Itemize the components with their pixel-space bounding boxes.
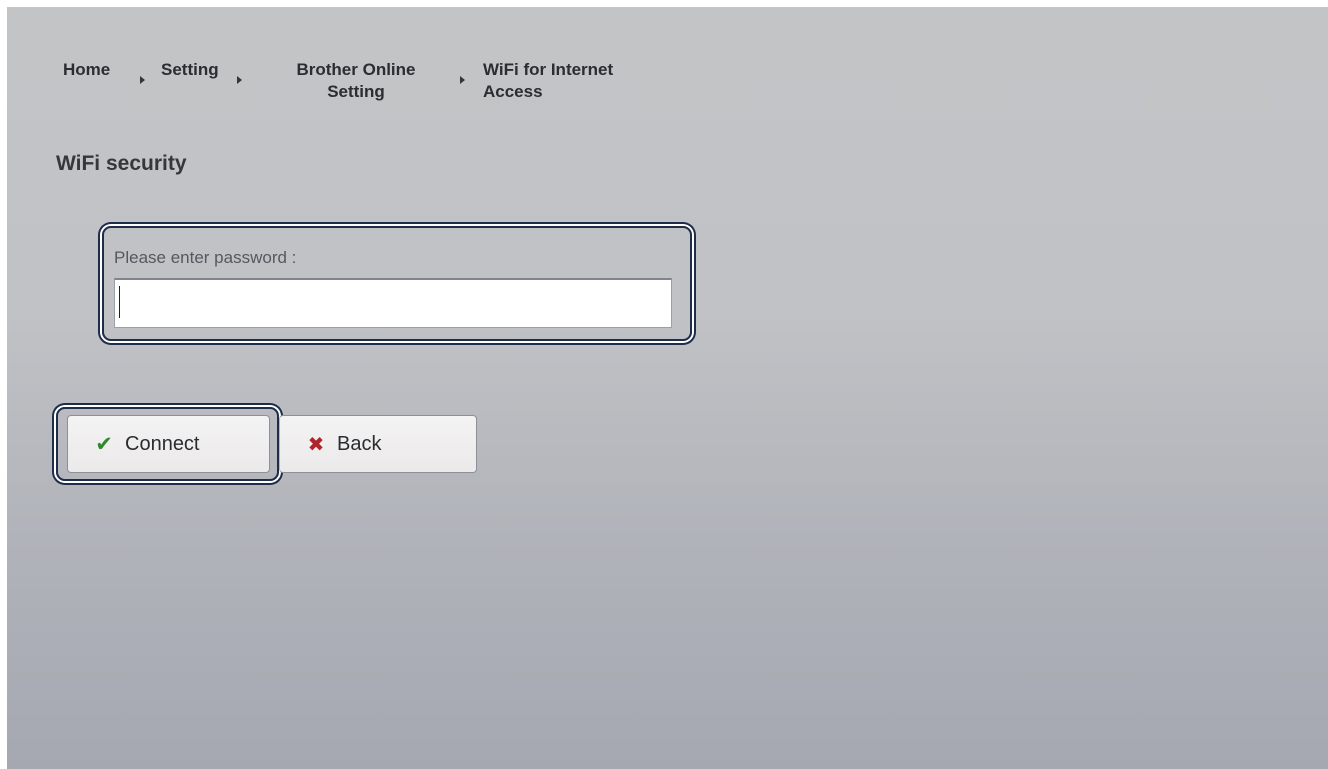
breadcrumb-brother-online-label-2: Setting (327, 82, 385, 101)
page-title: WiFi security (56, 152, 187, 175)
breadcrumb-setting[interactable]: Setting (161, 59, 219, 81)
breadcrumb-wifi-label-2: Access (483, 82, 543, 101)
breadcrumb-wifi-label-1: WiFi for Internet (483, 60, 614, 79)
connect-button[interactable]: ✔ Connect (67, 415, 270, 473)
breadcrumb-wifi-internet-access[interactable]: WiFi for Internet Access (483, 59, 613, 103)
password-input[interactable] (114, 278, 672, 328)
breadcrumb-arrow-icon (237, 76, 242, 84)
screen: Home Setting Brother Online Setting WiFi… (7, 7, 1328, 769)
close-icon: ✖ (307, 433, 325, 456)
connect-button-label: Connect (125, 432, 200, 455)
breadcrumb-brother-online-label-1: Brother Online (296, 60, 416, 79)
breadcrumb-setting-label: Setting (161, 60, 219, 79)
breadcrumb-home[interactable]: Home (63, 59, 110, 81)
text-caret (119, 286, 120, 318)
breadcrumb-brother-online-setting[interactable]: Brother Online Setting (283, 59, 429, 103)
back-button-label: Back (337, 432, 382, 455)
breadcrumb-arrow-icon (460, 76, 465, 84)
check-icon: ✔ (95, 432, 113, 456)
password-group: Please enter password : (102, 226, 692, 341)
password-label: Please enter password : (114, 248, 297, 267)
password-input-wrapper (114, 278, 672, 328)
breadcrumb-arrow-icon (140, 76, 145, 84)
back-button[interactable]: ✖ Back (279, 415, 477, 473)
breadcrumb-home-label: Home (63, 60, 111, 79)
